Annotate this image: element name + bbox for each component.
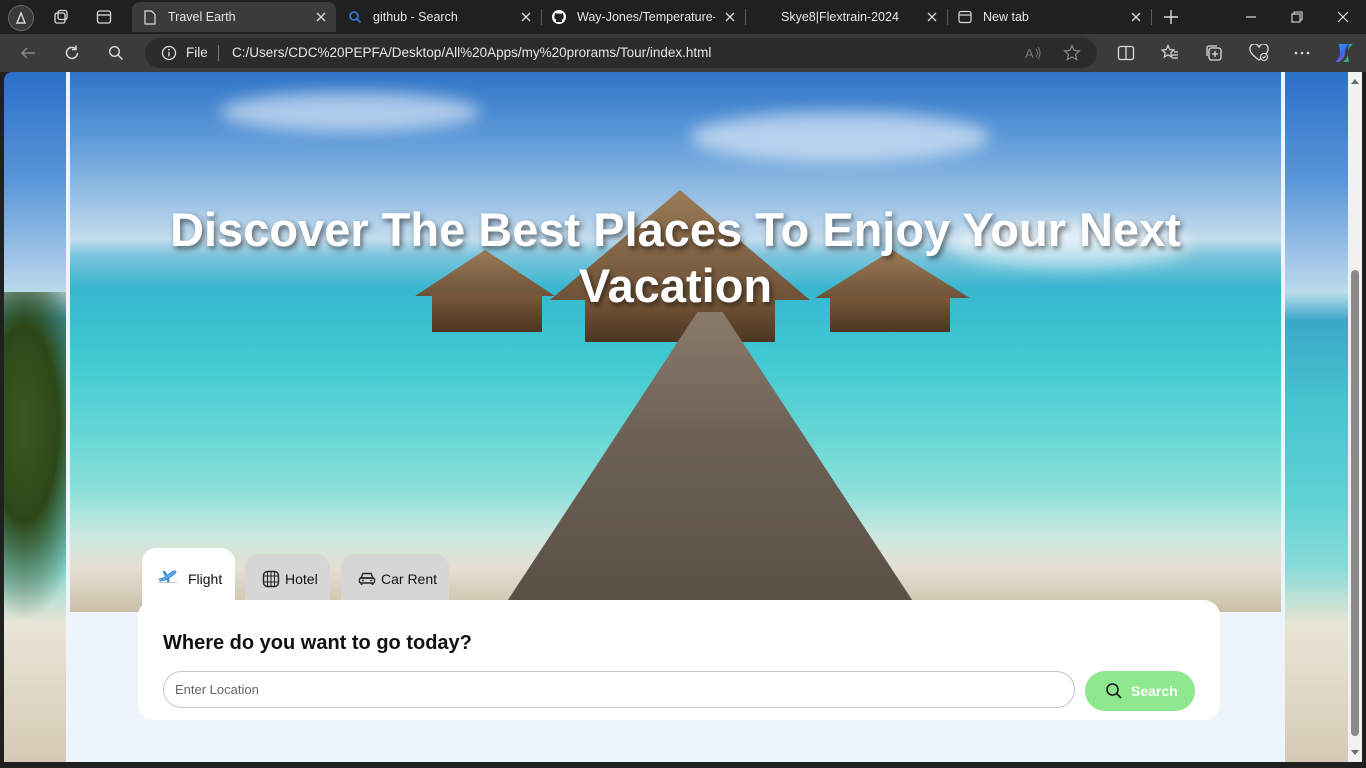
window-bottom-edge [0, 762, 1366, 768]
tab-title: Skye8|Flextrain-2024 [781, 10, 899, 24]
tab-flight[interactable]: Flight [142, 548, 235, 604]
tab-label: Flight [188, 571, 223, 587]
back-icon [20, 47, 35, 59]
address-bar[interactable]: File C:/Users/CDC%20PEPFA/Desktop/All%20… [145, 38, 1097, 68]
scroll-down-arrow-icon[interactable] [1351, 748, 1359, 756]
read-aloud-icon[interactable]: A [1024, 44, 1042, 62]
svg-text:A: A [1025, 46, 1034, 61]
refresh-button[interactable] [62, 43, 82, 63]
cloud-decoration [690, 112, 990, 162]
search-button-label: Search [1131, 683, 1178, 699]
tab-label: Hotel [285, 571, 318, 587]
tab-label: Car Rent [381, 571, 438, 587]
github-icon [551, 9, 567, 25]
newtab-icon [957, 9, 973, 25]
tab-title: Way-Jones/Temperature-C [577, 10, 715, 24]
profile-icon [15, 11, 27, 24]
search-icon [1106, 683, 1122, 699]
search-icon [108, 45, 123, 60]
blank-icon [755, 9, 771, 25]
car-icon [357, 569, 377, 589]
cloud-decoration [220, 92, 480, 132]
vertical-tabs-icon [96, 10, 112, 24]
tab-title: Travel Earth [168, 10, 236, 24]
back-button[interactable] [18, 43, 38, 63]
page-icon [142, 9, 158, 25]
split-screen-icon [1117, 45, 1135, 61]
search-heading: Where do you want to go today? [163, 632, 472, 654]
workspaces-icon [54, 9, 68, 24]
favorites-icon [1161, 44, 1178, 59]
hotel-icon [261, 569, 281, 589]
refresh-icon [65, 45, 79, 60]
close-icon[interactable] [314, 10, 328, 24]
hero-banner: Discover The Best Places To Enjoy Your N… [70, 72, 1281, 612]
split-screen-button[interactable] [1116, 43, 1136, 63]
close-icon[interactable] [723, 10, 737, 24]
browser-essentials-button[interactable] [1249, 43, 1269, 63]
minimize-button[interactable] [1242, 8, 1260, 26]
tab-hotel[interactable]: Hotel [245, 554, 330, 604]
browser-tab-strip: Travel Earth github - Search Way-Jones/T… [0, 0, 1366, 34]
tab-title: github - Search [373, 10, 458, 24]
close-icon[interactable] [519, 10, 533, 24]
location-input[interactable] [163, 671, 1075, 708]
more-button[interactable] [1292, 43, 1312, 63]
tab-flextrain[interactable]: Skye8|Flextrain-2024 [745, 2, 947, 32]
collections-button[interactable] [1204, 43, 1224, 63]
restore-button[interactable] [1288, 8, 1306, 26]
scrollbar-thumb[interactable] [1351, 270, 1359, 736]
plane-icon [158, 566, 178, 586]
search-icon [347, 9, 363, 25]
copilot-button[interactable] [1332, 42, 1356, 64]
tab-car-rent[interactable]: Car Rent [341, 554, 449, 604]
collections-icon [1206, 45, 1222, 61]
browser-toolbar: File C:/Users/CDC%20PEPFA/Desktop/All%20… [0, 34, 1366, 72]
tab-github-search[interactable]: github - Search [337, 2, 541, 32]
search-button[interactable]: Search [1085, 671, 1195, 711]
info-icon[interactable] [161, 45, 177, 61]
close-icon[interactable] [1129, 10, 1143, 24]
page-scrollbar[interactable] [1348, 72, 1362, 762]
plus-icon [1164, 10, 1178, 24]
favorites-button[interactable] [1160, 43, 1180, 63]
tab-new-tab[interactable]: New tab [947, 2, 1151, 32]
hero-title: Discover The Best Places To Enjoy Your N… [170, 203, 1181, 312]
new-tab-button[interactable] [1162, 8, 1180, 26]
search-card: Where do you want to go today? Search [138, 600, 1220, 720]
tab-github-repo[interactable]: Way-Jones/Temperature-C [541, 2, 745, 32]
scheme-label: File [186, 45, 208, 60]
tab-travel-earth[interactable]: Travel Earth [132, 2, 336, 32]
close-window-button[interactable] [1334, 8, 1352, 26]
workspaces-button[interactable] [52, 8, 70, 26]
favorite-star-icon[interactable] [1063, 44, 1081, 62]
more-icon [1294, 51, 1310, 55]
close-icon[interactable] [925, 10, 939, 24]
restore-icon [1291, 11, 1303, 23]
profile-avatar[interactable] [8, 5, 34, 31]
scroll-up-arrow-icon[interactable] [1351, 78, 1359, 86]
address-divider [218, 45, 219, 61]
page-container: Discover The Best Places To Enjoy Your N… [66, 72, 1285, 762]
search-button[interactable] [106, 43, 126, 63]
tab-separator [1151, 9, 1152, 25]
url-text[interactable]: C:/Users/CDC%20PEPFA/Desktop/All%20Apps/… [232, 45, 711, 60]
tab-title: New tab [983, 10, 1029, 24]
tab-actions-button[interactable] [95, 8, 113, 26]
minimize-icon [1246, 16, 1256, 18]
browser-essentials-icon [1249, 44, 1269, 62]
copilot-icon [1335, 44, 1353, 62]
wooden-pier [500, 312, 920, 612]
page-viewport: Discover The Best Places To Enjoy Your N… [4, 72, 1348, 762]
close-icon [1337, 11, 1349, 23]
